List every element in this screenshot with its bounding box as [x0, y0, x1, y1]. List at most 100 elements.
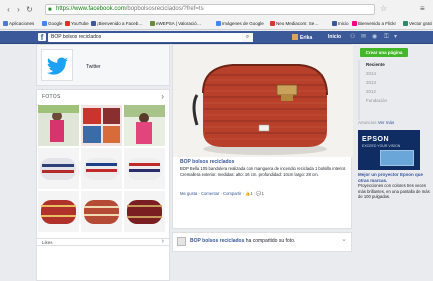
bookmark-label: ¡Bienvenido a Faceb…	[97, 21, 143, 26]
bag-photo-image	[173, 45, 353, 157]
ad-title[interactable]: Mejor un proyector Epson que otras marca…	[358, 172, 430, 183]
chevron-down-icon[interactable]: ⌄	[341, 235, 347, 243]
google-images-icon	[216, 21, 221, 26]
facebook-logo-icon[interactable]: f	[38, 33, 46, 42]
bookmark-label: Vector grati	[409, 21, 432, 26]
page-avatar[interactable]	[177, 237, 186, 246]
bookmark-item[interactable]: Aplicaciones	[3, 20, 34, 27]
search-icon[interactable]: ⌕	[242, 33, 253, 42]
notifications-icon[interactable]: ◉	[372, 34, 378, 40]
ad-brand: EPSON	[362, 136, 390, 143]
photo-thumbnail[interactable]	[38, 191, 79, 232]
facebook-top-bar: f BOP bolsos reciclados ⌕ Erika Inicio ⚇…	[0, 31, 433, 44]
post-title[interactable]: BOP bolsos reciclados	[180, 159, 234, 165]
post-actions[interactable]: Me gusta · Comentar · Compartir · 👍1 · 💬…	[180, 191, 264, 197]
bookmark-icon	[270, 21, 275, 26]
privacy-icon[interactable]: ⚿	[384, 34, 390, 40]
liked-page-name[interactable]: Twitter	[86, 64, 101, 70]
photo-thumbnail[interactable]	[124, 148, 165, 189]
bookmark-item[interactable]: Google	[42, 20, 63, 27]
photo-thumbnail[interactable]	[124, 191, 165, 232]
bookmark-item[interactable]: Bienvenido a Flickr	[352, 20, 396, 27]
bookmark-star-icon[interactable]: ☆	[380, 4, 387, 13]
bookmark-item[interactable]: Vector grati	[403, 20, 432, 27]
youtube-icon	[65, 21, 70, 26]
photos-card: FOTOS ›	[36, 89, 170, 281]
ads-header: Anuncios Ver más	[358, 120, 394, 125]
bookmark-item[interactable]: Inicio	[332, 20, 349, 27]
year-link[interactable]: 2013	[366, 80, 376, 85]
projector-screen	[380, 150, 414, 166]
ads-more-link[interactable]: Ver más	[378, 120, 395, 125]
url-path: /bopbolsosreciclados/?fref=ts	[125, 6, 204, 12]
browser-toolbar: ‹ › ↻ ■ https://www.facebook.com/bopbols…	[0, 0, 433, 30]
create-page-button[interactable]: Crear una página	[360, 48, 408, 57]
left-column: Twitter FOTOS ›	[36, 44, 170, 281]
year-link[interactable]: 2014	[366, 71, 376, 76]
photo-thumbnail[interactable]	[38, 105, 79, 146]
bookmark-item[interactable]: Imágenes de Google	[216, 20, 264, 27]
messages-icon[interactable]: ✉	[361, 34, 367, 40]
timeline-column: BOP bolsos reciclados BOP Bella 105 band…	[172, 44, 353, 252]
friend-requests-icon[interactable]: ⚇	[350, 34, 356, 40]
google-icon	[42, 21, 47, 26]
bookmark-label: Google	[48, 21, 63, 26]
ad-text: Proyecciones con colores tres veces más …	[358, 183, 430, 199]
photo-thumbnail[interactable]	[81, 105, 122, 146]
browser-menu-icon[interactable]: ≡	[420, 4, 425, 13]
year-link[interactable]: 2012	[366, 89, 376, 94]
address-bar[interactable]: ■ https://www.facebook.com/bopbolsosreci…	[45, 4, 375, 15]
chevron-right-icon[interactable]: ›	[162, 238, 164, 245]
next-post-author[interactable]: BOP bolsos reciclados	[190, 238, 244, 244]
year-link[interactable]: Fundación	[366, 98, 387, 103]
ads-label: Anuncios	[358, 120, 377, 125]
bookmark-icon	[403, 21, 408, 26]
photo-thumbnail[interactable]	[124, 105, 165, 146]
photos-header[interactable]: FOTOS	[42, 94, 61, 100]
ad-image[interactable]: EPSON EXCEED YOUR VISION	[358, 130, 420, 170]
apps-icon	[3, 21, 8, 26]
reload-icon[interactable]: ↻	[25, 5, 34, 14]
flickr-icon	[352, 21, 357, 26]
photo-thumbnail[interactable]	[81, 148, 122, 189]
facebook-icon	[332, 21, 337, 26]
post-photo[interactable]	[173, 45, 353, 157]
back-icon[interactable]: ‹	[4, 5, 13, 14]
next-post-card: BOP bolsos reciclados ha compartido su f…	[172, 232, 352, 252]
bookmark-item[interactable]: YouTube	[65, 20, 89, 27]
twitter-bird-icon	[47, 57, 68, 75]
search-value: BOP bolsos reciclados	[51, 34, 102, 40]
bookmark-item[interactable]: Neo Mediacom: Se…	[270, 20, 319, 27]
chevron-right-icon[interactable]: ›	[161, 92, 164, 101]
bookmark-label: Inicio	[338, 21, 349, 26]
bookmark-label: Aplicaciones	[9, 21, 35, 26]
likes-label[interactable]: Likes	[42, 240, 53, 245]
post-description: BOP Bella 105 bandolera realizada con ma…	[180, 166, 347, 177]
forward-icon[interactable]: ›	[14, 5, 23, 14]
home-link[interactable]: Inicio	[328, 34, 341, 40]
profile-link[interactable]: Erika	[292, 34, 312, 41]
bookmark-label: Imágenes de Google	[222, 21, 264, 26]
facebook-search-input[interactable]: BOP bolsos reciclados ⌕	[48, 33, 253, 42]
next-post-text: ha compartido su foto.	[244, 238, 296, 244]
twitter-logo	[41, 49, 73, 81]
url-host: https://www.facebook.com	[56, 6, 126, 12]
ad-tagline: EXCEED YOUR VISION	[362, 144, 401, 148]
post-card: BOP bolsos reciclados BOP Bella 105 band…	[172, 44, 353, 229]
bookmark-label: Neo Mediacom: Se…	[276, 21, 319, 26]
liked-page-card[interactable]: Twitter	[36, 44, 170, 86]
bookmarks-bar: Aplicaciones Google YouTube ¡Bienvenido …	[0, 18, 433, 30]
bookmark-label: Bienvenido a Flickr	[358, 21, 397, 26]
photo-thumbnail[interactable]	[38, 148, 79, 189]
bookmark-item[interactable]: ¡Bienvenido a Faceb…	[91, 20, 143, 27]
lock-icon: ■	[48, 7, 52, 13]
bookmark-icon	[150, 21, 155, 26]
settings-dropdown-icon[interactable]: ▾	[394, 34, 400, 40]
user-name: Erika	[300, 35, 313, 41]
photo-thumbnail[interactable]	[81, 191, 122, 232]
avatar	[292, 34, 298, 40]
bookmark-item[interactable]: eWEPSA | Valoració…	[150, 20, 201, 27]
year-link[interactable]: Reciente	[366, 62, 385, 67]
likes-section-header: Likes ›	[36, 238, 170, 246]
bookmark-label: YouTube	[71, 21, 89, 26]
